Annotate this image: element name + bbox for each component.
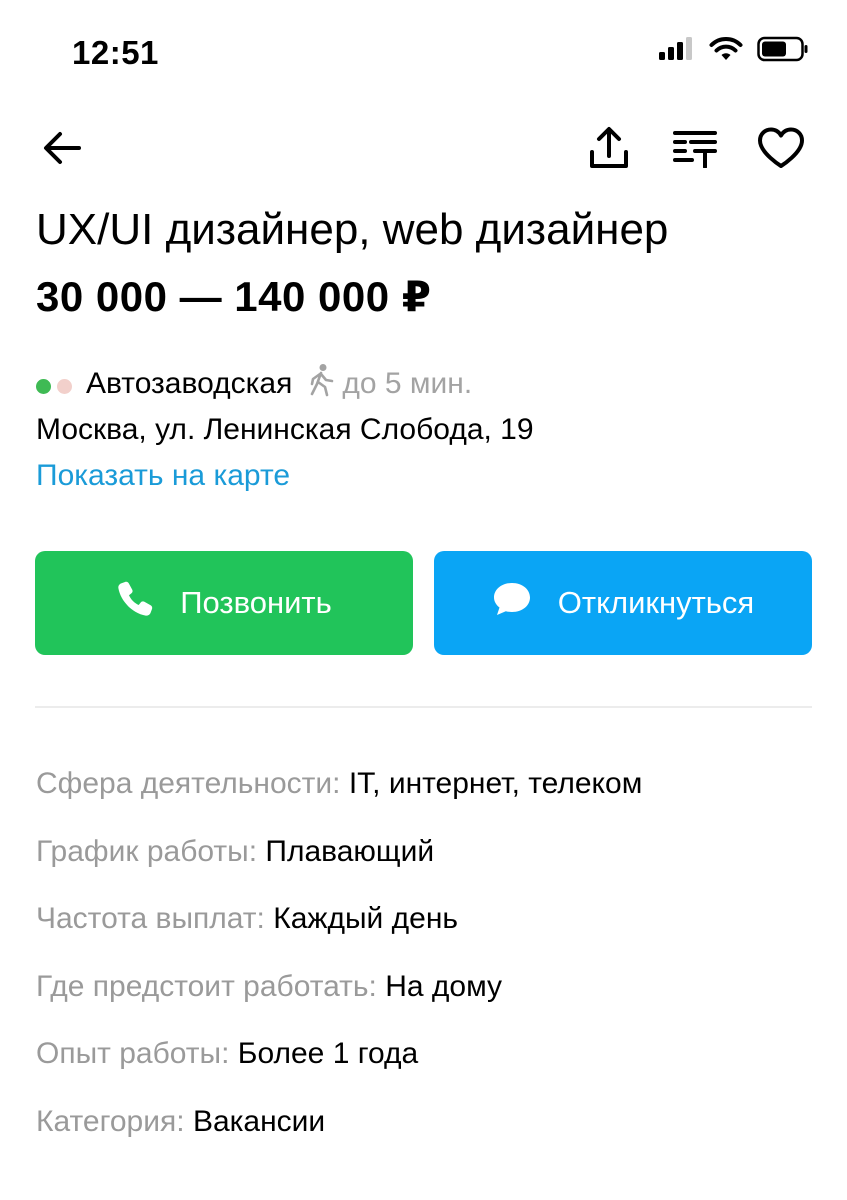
vacancy-details: Сфера деятельности: IT, интернет, телеко… xyxy=(36,762,642,1167)
arrow-left-icon xyxy=(42,131,82,170)
heart-icon xyxy=(757,127,805,174)
detail-key: Где предстоит работать: xyxy=(36,969,377,1003)
list-add-icon xyxy=(672,128,718,173)
detail-key: График работы: xyxy=(36,834,258,868)
back-button[interactable] xyxy=(36,124,88,176)
detail-key: Частота выплат: xyxy=(36,902,265,935)
detail-row-experience: Опыт работы: Более 1 года xyxy=(36,1032,642,1100)
status-time: 12:51 xyxy=(72,34,159,71)
respond-button-label: Откликнуться xyxy=(557,585,755,620)
battery-icon xyxy=(757,36,809,67)
cellular-signal-icon xyxy=(659,36,695,67)
detail-value: Каждый день xyxy=(273,902,459,935)
status-icons xyxy=(659,36,809,67)
wifi-icon xyxy=(709,36,743,67)
detail-value: IT, интернет, телеком xyxy=(348,767,643,800)
detail-value: Плавающий xyxy=(265,834,435,868)
detail-key: Опыт работы: xyxy=(36,1037,230,1070)
detail-row-category: Категория: Вакансии xyxy=(36,1100,642,1168)
detail-value: Более 1 года xyxy=(237,1037,419,1070)
walk-time-info: до 5 мин. xyxy=(306,363,472,405)
salary-range: 30 000 — 140 000 ₽ xyxy=(36,273,432,320)
metro-line-dot-pink xyxy=(57,378,72,394)
address: Москва, ул. Ленинская Слобода, 19 xyxy=(36,413,534,446)
status-bar: 12:51 xyxy=(0,0,847,100)
nav-bar xyxy=(0,118,847,182)
compare-button[interactable] xyxy=(669,124,721,176)
detail-row-work-location: Где предстоит работать: На дому xyxy=(36,965,642,1033)
detail-key: Сфера деятельности: xyxy=(36,767,341,800)
detail-value: На дому xyxy=(385,969,503,1003)
chat-bubble-icon xyxy=(492,581,558,625)
detail-key: Категория: xyxy=(36,1104,185,1138)
detail-row-industry: Сфера деятельности: IT, интернет, телеко… xyxy=(36,762,642,830)
detail-row-payment-frequency: Частота выплат: Каждый день xyxy=(36,897,642,965)
call-button-label: Позвонить xyxy=(180,585,332,620)
metro-line-dot-green xyxy=(36,378,51,394)
respond-button[interactable]: Откликнуться xyxy=(434,551,812,655)
share-button[interactable] xyxy=(583,124,635,176)
phone-icon xyxy=(116,580,180,626)
vacancy-title: UX/UI дизайнер, web дизайнер xyxy=(36,205,669,254)
show-on-map-link[interactable]: Показать на карте xyxy=(36,454,290,498)
share-icon xyxy=(588,126,630,175)
metro-line-icon xyxy=(36,378,72,394)
metro-info: Автозаводская до 5 мин. xyxy=(36,362,472,406)
section-divider xyxy=(35,706,812,708)
favorite-button[interactable] xyxy=(755,124,807,176)
detail-value: Вакансии xyxy=(192,1104,326,1138)
metro-station: Автозаводская xyxy=(86,367,293,400)
call-button[interactable]: Позвонить xyxy=(35,551,413,655)
walk-time: до 5 мин. xyxy=(342,367,473,400)
nav-actions xyxy=(583,124,807,176)
detail-row-schedule: График работы: Плавающий xyxy=(36,830,642,898)
walking-person-icon xyxy=(306,363,342,405)
